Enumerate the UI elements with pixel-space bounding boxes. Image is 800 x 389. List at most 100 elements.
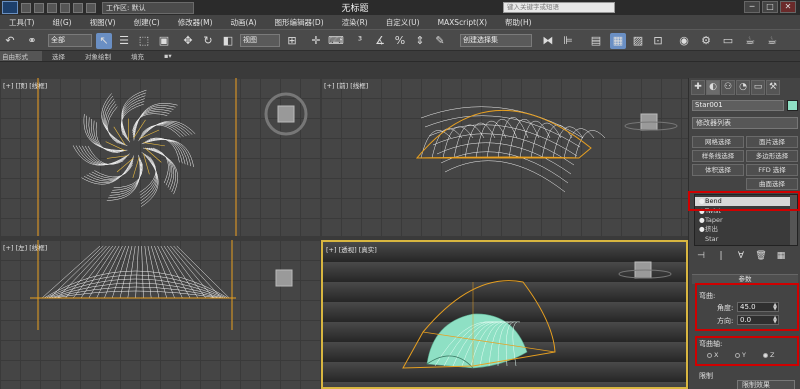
viewport-front-canvas — [415, 106, 678, 193]
window-title: 无标题 — [341, 4, 369, 14]
curve-editor-icon[interactable]: ▨ — [630, 33, 646, 49]
pivot-center-icon[interactable]: ⊞ — [284, 33, 300, 49]
undo-arrow-icon[interactable]: ↶ — [2, 33, 18, 49]
named-selection-select[interactable]: 创建选择集 — [460, 34, 532, 47]
window-crossing-icon[interactable]: ▣ — [156, 33, 172, 49]
ref-coord-select[interactable]: 视图 — [240, 34, 280, 47]
new-file-icon[interactable] — [21, 2, 31, 13]
render-icon[interactable]: ☕ — [742, 33, 758, 49]
open-file-icon[interactable] — [34, 2, 44, 13]
ribbon-options-icon[interactable]: ▪▾ — [154, 52, 182, 60]
patch-select-button[interactable]: 面片选择 — [746, 136, 798, 148]
poly-select-button[interactable]: 多边形选择 — [746, 150, 798, 162]
create-tab-icon[interactable]: ✚ — [691, 80, 705, 95]
spline-select-button[interactable]: 样条线选择 — [692, 150, 744, 162]
menu-graph-editors[interactable]: 图形编辑器(D) — [266, 17, 333, 28]
rotate-icon[interactable]: ↻ — [200, 33, 216, 49]
select-object-icon[interactable]: ↖ — [96, 33, 112, 49]
move-icon[interactable]: ✥ — [180, 33, 196, 49]
undo-icon[interactable] — [60, 2, 70, 13]
maximize-button[interactable]: □ — [762, 1, 778, 13]
viewport-left-canvas — [30, 240, 293, 330]
ribbon-tab-populate[interactable]: 填充 — [121, 51, 154, 61]
mesh-select-button[interactable]: 网格选择 — [692, 136, 744, 148]
viewport-top[interactable]: [+] [顶] [线框] — [0, 78, 321, 236]
viewport-perspective-canvas — [402, 261, 672, 369]
object-color-swatch[interactable] — [787, 100, 798, 111]
select-link-icon[interactable]: ⚭ — [24, 33, 40, 49]
hierarchy-tab-icon[interactable]: ⚇ — [721, 80, 735, 95]
menu-customize[interactable]: 自定义(U) — [377, 17, 429, 28]
surface-select-button[interactable]: 曲面选择 — [746, 178, 798, 190]
save-file-icon[interactable] — [47, 2, 57, 13]
stack-item-extrude[interactable]: ●挤出 — [695, 225, 791, 234]
highlight-box — [688, 191, 800, 211]
graphite-toggle-icon[interactable]: ▦ — [610, 33, 626, 49]
menu-animation[interactable]: 动画(A) — [222, 17, 266, 28]
configure-sets-icon[interactable]: ▦ — [774, 250, 788, 262]
menu-view[interactable]: 视图(V) — [81, 17, 125, 28]
make-unique-icon[interactable]: ∀ — [734, 250, 748, 262]
workspace-select[interactable]: 工作区: 默认 — [102, 1, 194, 14]
highlight-box — [695, 336, 799, 366]
layer-manager-icon[interactable]: ▤ — [588, 33, 604, 49]
limit-label: 限制 — [699, 372, 713, 380]
close-button[interactable]: ✕ — [780, 1, 796, 13]
redo-icon[interactable] — [73, 2, 83, 13]
ribbon-tab-object-paint[interactable]: 对象绘制 — [75, 51, 121, 61]
scale-icon[interactable]: ◧ — [220, 33, 236, 49]
ribbon-tab-freeform[interactable]: 自由形式 — [0, 51, 42, 61]
object-name-field[interactable]: Star001 — [692, 100, 784, 111]
ffd-select-button[interactable]: FFD 选择 — [746, 164, 798, 176]
pin-stack-icon[interactable]: ⊣ — [694, 250, 708, 262]
menu-create[interactable]: 创建(C) — [125, 17, 169, 28]
menu-help[interactable]: 帮助(H) — [496, 17, 541, 28]
app-logo-icon[interactable] — [2, 1, 18, 14]
menu-tools[interactable]: 工具(T) — [0, 17, 43, 28]
stack-item-taper[interactable]: ●Taper — [695, 216, 791, 225]
menu-bar: 工具(T) 组(G) 视图(V) 创建(C) 修改器(M) 动画(A) 图形编辑… — [0, 15, 800, 29]
show-end-result-icon[interactable]: | — [714, 250, 728, 262]
viewport-perspective[interactable]: [+] [透视] [真实] — [321, 240, 688, 389]
keyboard-shortcut-icon[interactable]: ⌨ — [328, 33, 344, 49]
mirror-icon[interactable]: ⧓ — [540, 33, 556, 49]
remove-modifier-icon[interactable]: 🗑 — [754, 250, 768, 262]
angle-snap-icon[interactable]: ∡ — [372, 33, 388, 49]
percent-snap-icon[interactable]: % — [392, 33, 408, 49]
schematic-view-icon[interactable]: ⊡ — [650, 33, 666, 49]
modifier-list-select[interactable]: 修改器列表 — [692, 117, 798, 129]
utilities-tab-icon[interactable]: ⚒ — [766, 80, 780, 95]
motion-tab-icon[interactable]: ◔ — [736, 80, 750, 95]
modify-tab-icon[interactable]: ◐ — [706, 80, 720, 95]
project-folder-icon[interactable] — [86, 2, 96, 13]
edit-named-sets-icon[interactable]: ✎ — [432, 33, 448, 49]
material-editor-icon[interactable]: ◉ — [676, 33, 692, 49]
volume-select-button[interactable]: 体积选择 — [692, 164, 744, 176]
search-input[interactable]: 键入关键字或短语 — [503, 2, 615, 13]
menu-group[interactable]: 组(G) — [43, 17, 80, 28]
render-production-icon[interactable]: ☕ — [764, 33, 780, 49]
display-tab-icon[interactable]: ▭ — [751, 80, 765, 95]
render-setup-icon[interactable]: ⚙ — [698, 33, 714, 49]
select-by-name-icon[interactable]: ☰ — [116, 33, 132, 49]
select-manipulate-icon[interactable]: ✛ — [308, 33, 324, 49]
stack-item-star[interactable]: Star — [695, 235, 791, 244]
menu-modifiers[interactable]: 修改器(M) — [169, 17, 222, 28]
selection-filter-select[interactable]: 全部 — [48, 34, 92, 47]
rendered-frame-icon[interactable]: ▭ — [720, 33, 736, 49]
minimize-button[interactable]: ─ — [744, 1, 760, 13]
align-icon[interactable]: ⊫ — [560, 33, 576, 49]
viewport-left[interactable]: [+] [左] [线框] — [0, 240, 321, 389]
ribbon-tab-selection[interactable]: 选择 — [42, 51, 75, 61]
snap-3d-icon[interactable]: ³ — [352, 33, 368, 49]
limit-effect-checkbox[interactable]: 限制效果 — [737, 380, 795, 389]
rect-selection-icon[interactable]: ⬚ — [136, 33, 152, 49]
title-bar: 工作区: 默认 无标题 键入关键字或短语 ─ □ ✕ — [0, 0, 800, 15]
stack-item-label: Star — [705, 235, 719, 243]
stack-item-label: Taper — [705, 216, 723, 224]
menu-rendering[interactable]: 渲染(R) — [333, 17, 377, 28]
menu-maxscript[interactable]: MAXScript(X) — [429, 18, 496, 27]
spinner-snap-icon[interactable]: ⇕ — [412, 33, 428, 49]
command-panel: ✚ ◐ ⚇ ◔ ▭ ⚒ Star001 修改器列表 网格选择 面片选择 样条线选… — [688, 78, 800, 389]
viewport-front[interactable]: [+] [前] [线框] — [321, 78, 688, 236]
